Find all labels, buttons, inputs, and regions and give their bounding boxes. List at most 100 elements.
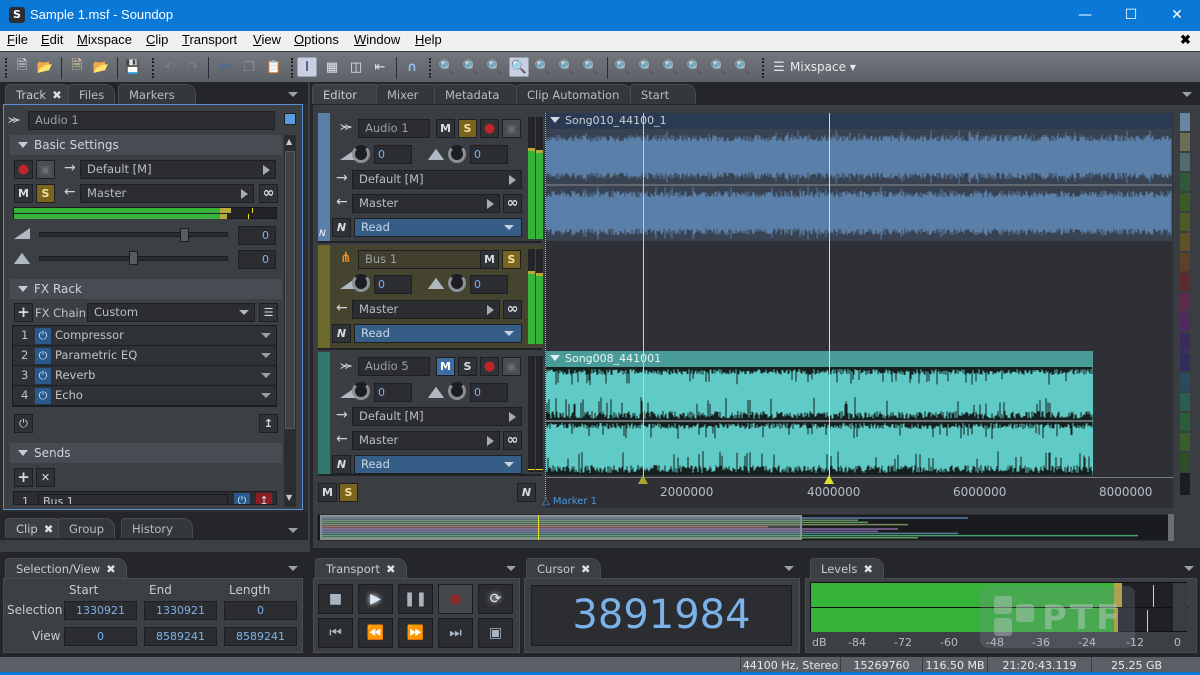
record-button[interactable]: ● <box>438 584 473 614</box>
panel-menu-icon[interactable] <box>1182 92 1192 97</box>
palette-swatch[interactable] <box>1180 433 1190 451</box>
mute-button[interactable]: M <box>14 184 33 203</box>
tab-transport[interactable]: Transport ✖ <box>315 558 407 578</box>
send-row[interactable]: 1 Bus 1 ⏻ ↥ <box>13 491 277 505</box>
palette-swatch[interactable] <box>1180 153 1190 171</box>
cursor-position-display[interactable]: 3891984 <box>531 585 792 646</box>
fx-insert-position-icon[interactable]: ↥ <box>259 414 278 433</box>
track-name-field[interactable]: Audio 1 <box>358 119 430 138</box>
zoom-full-icon[interactable]: 🔍 <box>533 57 553 77</box>
snap-magnet-icon[interactable]: ∩ <box>402 57 422 77</box>
record-arm-button[interactable]: ● <box>480 119 499 138</box>
fast-forward-button[interactable]: ⏩ <box>398 618 433 648</box>
monitor-button[interactable]: ▣ <box>502 357 521 376</box>
send-select[interactable]: Master <box>352 300 500 319</box>
automation-mode-select[interactable]: Read <box>354 455 522 474</box>
tab-history[interactable]: History <box>121 518 193 538</box>
copy-icon[interactable]: ❐ <box>239 57 259 77</box>
pan-knob[interactable] <box>448 145 466 163</box>
mute-button[interactable]: M <box>436 357 455 376</box>
close-button[interactable]: ✕ <box>1154 0 1200 31</box>
zoom-right-icon[interactable]: 🔍 <box>581 57 601 77</box>
marker-1[interactable]: △ Marker 1 <box>542 496 597 507</box>
playhead-cursor[interactable] <box>829 113 830 483</box>
record-arm-button[interactable]: ● <box>14 160 33 179</box>
menu-window[interactable]: Window <box>354 32 400 47</box>
solo-button[interactable]: S <box>502 250 521 269</box>
panel-menu-icon[interactable] <box>784 566 794 571</box>
volume-value[interactable]: 0 <box>238 226 276 245</box>
new-project-icon[interactable]: 🗎 <box>67 57 87 77</box>
tab-track[interactable]: Track ✖ <box>5 84 73 104</box>
bus-lane[interactable] <box>545 244 1173 349</box>
save-icon[interactable]: 💾 <box>123 57 143 77</box>
open-project-icon[interactable]: 📂 <box>91 57 111 77</box>
panel-scrollbar[interactable]: ▲ ▼ <box>284 135 296 507</box>
tab-editor[interactable]: Editor <box>312 84 384 104</box>
redo-icon[interactable]: ↷ <box>183 57 203 77</box>
fx-item[interactable]: 3 ⏻ Reverb <box>13 366 276 386</box>
undo-icon[interactable]: ↶ <box>160 57 180 77</box>
volume-knob[interactable] <box>352 145 370 163</box>
zoom-left-icon[interactable]: 🔍 <box>557 57 577 77</box>
punch-button[interactable]: ▣ <box>478 618 513 648</box>
sends-header[interactable]: Sends <box>10 443 282 463</box>
open-file-icon[interactable]: 📂 <box>35 57 55 77</box>
menu-mixspace[interactable]: Mixspace <box>77 32 132 47</box>
palette-swatch[interactable] <box>1180 333 1190 351</box>
solo-button[interactable]: S <box>458 119 477 138</box>
pause-button[interactable]: ❚❚ <box>398 584 433 614</box>
menu-edit[interactable]: Edit <box>41 32 63 47</box>
loop-button[interactable]: ⟳ <box>478 584 513 614</box>
pan-value[interactable]: 0 <box>470 275 508 294</box>
selection-line[interactable] <box>643 113 644 483</box>
clip-header[interactable]: Song008_441001 <box>546 351 1093 367</box>
cut-icon[interactable]: ✂ <box>215 57 235 77</box>
palette-swatch[interactable] <box>1180 373 1190 391</box>
paste-icon[interactable]: 📋 <box>264 57 284 77</box>
selection-length[interactable]: 0 <box>224 601 297 620</box>
track-audio-1[interactable]: N ⪼ Audio 1 M S ● ▣ 0 0 → Default [M] ← … <box>318 113 543 243</box>
automation-icon[interactable]: N <box>332 324 351 343</box>
tab-start[interactable]: Start <box>630 84 696 104</box>
pan-knob[interactable] <box>448 382 466 400</box>
panel-menu-icon[interactable] <box>1184 566 1194 571</box>
rewind-button[interactable]: ⏪ <box>358 618 393 648</box>
overview-bar[interactable] <box>317 514 1173 541</box>
volume-value[interactable]: 0 <box>374 383 412 402</box>
tab-selection-view[interactable]: Selection/View ✖ <box>5 558 127 578</box>
view-start[interactable]: 0 <box>64 627 137 646</box>
palette-swatch[interactable] <box>1180 473 1190 495</box>
pan-value[interactable]: 0 <box>470 383 508 402</box>
link-icon[interactable]: ∞ <box>503 194 522 213</box>
volume-slider-thumb[interactable] <box>179 228 189 242</box>
tab-markers[interactable]: Markers <box>118 84 196 104</box>
tab-mixer[interactable]: Mixer <box>376 84 442 104</box>
zoom-selection-icon[interactable]: 🔍 <box>509 57 529 77</box>
send-select[interactable]: Master <box>352 431 500 450</box>
palette-swatch[interactable] <box>1180 393 1190 411</box>
volume-value[interactable]: 0 <box>374 145 412 164</box>
slip-tool-icon[interactable]: ⇤ <box>370 57 390 77</box>
tab-clip-automation[interactable]: Clip Automation <box>516 84 632 104</box>
menu-help[interactable]: Help <box>415 32 442 47</box>
fx-rack-header[interactable]: FX Rack <box>10 279 282 299</box>
automation-lane-icon[interactable]: N <box>319 229 326 239</box>
track-color-swatch[interactable] <box>284 113 296 125</box>
selection-start[interactable]: 1330921 <box>64 601 137 620</box>
zoom-previous-icon[interactable]: 🔍 <box>485 57 505 77</box>
automation-icon[interactable]: N <box>332 455 351 474</box>
zoom-vertical-disabled-icon[interactable]: 🔍 <box>685 57 705 77</box>
minimize-button[interactable]: — <box>1062 0 1108 31</box>
tab-group[interactable]: Group <box>58 518 116 538</box>
mute-button[interactable]: M <box>480 250 499 269</box>
overview-viewport[interactable] <box>320 515 802 540</box>
menu-options[interactable]: Options <box>294 32 339 47</box>
fx-bypass-button[interactable]: ⏻ <box>14 414 33 433</box>
tab-cursor[interactable]: Cursor ✖ <box>526 558 602 578</box>
track-name-field[interactable]: Bus 1 <box>358 250 484 269</box>
play-button[interactable]: ▶ <box>358 584 393 614</box>
zoom-reset-icon[interactable]: 🔍 <box>733 57 753 77</box>
clip-header[interactable]: Song010_44100_1 <box>546 113 1172 129</box>
basic-settings-header[interactable]: Basic Settings <box>10 135 282 155</box>
